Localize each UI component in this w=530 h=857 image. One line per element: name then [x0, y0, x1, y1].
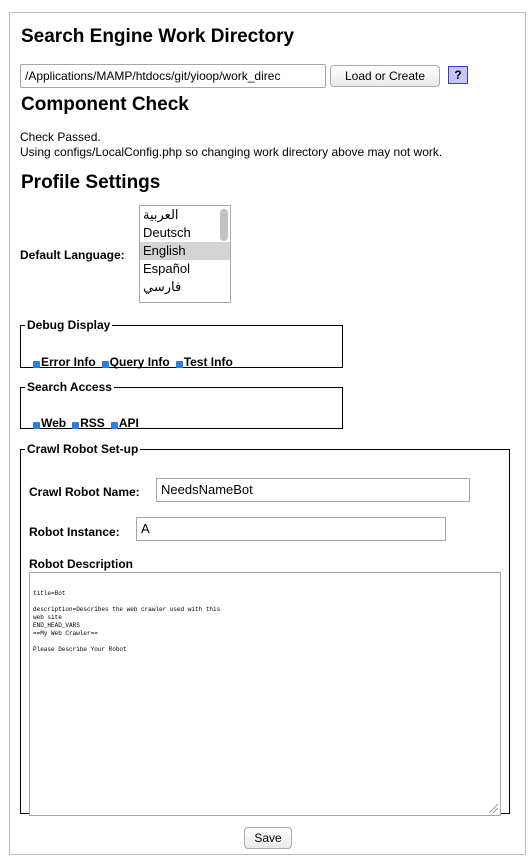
language-option[interactable]: Español	[140, 260, 230, 278]
language-option-selected[interactable]: English	[140, 242, 230, 260]
component-check-status: Check Passed. Using configs/LocalConfig.…	[20, 130, 442, 160]
robot-instance-input[interactable]: A	[136, 517, 446, 541]
check-passed-text: Check Passed.	[20, 130, 101, 144]
test-info-label: Test Info	[183, 355, 233, 369]
crawl-robot-name-input[interactable]: NeedsNameBot	[156, 478, 470, 502]
resize-grip-icon[interactable]	[488, 803, 498, 813]
save-button[interactable]: Save	[244, 827, 292, 849]
web-access-option[interactable]: Web	[33, 416, 66, 430]
query-info-label: Query Info	[109, 355, 170, 369]
web-access-checkbox[interactable]	[33, 422, 40, 429]
work-directory-heading: Search Engine Work Directory	[21, 26, 295, 47]
crawl-robot-setup-group: Crawl Robot Set-up Crawl Robot Name: Nee…	[20, 442, 510, 816]
crawl-robot-name-label: Crawl Robot Name:	[29, 485, 140, 499]
component-check-heading: Component Check	[21, 94, 189, 115]
search-access-legend: Search Access	[27, 380, 112, 394]
language-option[interactable]: العربية	[140, 206, 230, 224]
robot-description-text: title=Bot description=Describes the web …	[33, 590, 221, 653]
language-list-scrollbar[interactable]	[220, 209, 228, 241]
error-info-label: Error Info	[41, 355, 96, 369]
rss-access-checkbox[interactable]	[72, 422, 80, 429]
robot-description-label: Robot Description	[29, 557, 133, 571]
rss-access-label: RSS	[80, 416, 105, 430]
test-info-checkbox[interactable]	[175, 361, 183, 368]
load-or-create-button[interactable]: Load or Create	[330, 65, 440, 87]
crawl-robot-legend: Crawl Robot Set-up	[27, 442, 139, 456]
robot-instance-label: Robot Instance:	[29, 525, 120, 539]
test-info-option[interactable]: Test Info	[175, 355, 233, 369]
work-directory-input[interactable]: /Applications/MAMP/htdocs/git/yioop/work…	[20, 64, 326, 88]
debug-display-group: Debug Display Error Info Query Info Test…	[20, 318, 343, 369]
default-language-label: Default Language:	[20, 248, 125, 262]
query-info-option[interactable]: Query Info	[101, 355, 170, 369]
default-language-select[interactable]: العربية Deutsch English Español فارسي	[139, 205, 231, 303]
profile-settings-heading: Profile Settings	[21, 172, 161, 193]
error-info-option[interactable]: Error Info	[33, 355, 96, 369]
robot-description-textarea[interactable]: title=Bot description=Describes the web …	[29, 572, 501, 816]
api-access-checkbox[interactable]	[110, 422, 118, 429]
language-option[interactable]: Deutsch	[140, 224, 230, 242]
error-info-checkbox[interactable]	[33, 361, 40, 368]
api-access-label: API	[118, 416, 139, 430]
debug-options: Error Info Query Info Test Info	[33, 355, 239, 369]
config-warning-text: Using configs/LocalConfig.php so changin…	[20, 145, 443, 159]
debug-display-legend: Debug Display	[27, 318, 111, 332]
language-option[interactable]: فارسي	[140, 278, 230, 296]
rss-access-option[interactable]: RSS	[72, 416, 105, 430]
query-info-checkbox[interactable]	[101, 361, 109, 368]
help-button[interactable]: ?	[448, 66, 468, 84]
search-access-options: Web RSS API	[33, 416, 145, 430]
api-access-option[interactable]: API	[110, 416, 139, 430]
web-access-label: Web	[41, 416, 67, 430]
search-access-group: Search Access Web RSS API	[20, 380, 343, 430]
